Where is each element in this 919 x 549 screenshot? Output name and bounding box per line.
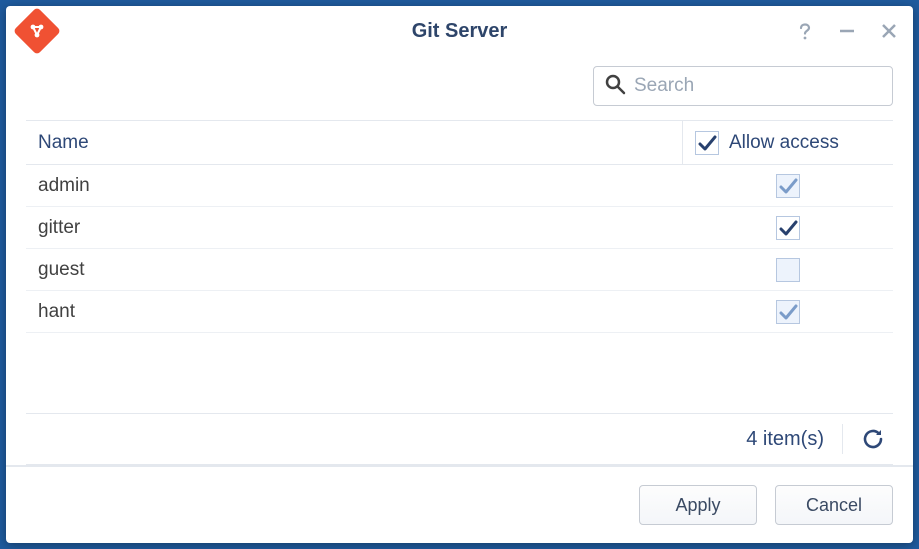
minimize-button[interactable]: [837, 21, 857, 41]
close-button[interactable]: [879, 21, 899, 41]
window-title: Git Server: [6, 20, 913, 43]
table-footer: 4 item(s): [26, 413, 893, 465]
apply-button[interactable]: Apply: [639, 485, 757, 525]
footer-divider: [842, 424, 843, 454]
users-table: Name Allow access admin gitter guest hant: [26, 120, 893, 413]
cancel-button[interactable]: Cancel: [775, 485, 893, 525]
cell-allow: [683, 216, 893, 240]
search-icon: [604, 73, 626, 100]
allow-checkbox[interactable]: [776, 258, 800, 282]
table-row[interactable]: hant: [26, 291, 893, 333]
git-icon: [13, 7, 61, 55]
item-count: 4 item(s): [746, 428, 824, 451]
action-bar: Apply Cancel: [6, 465, 913, 543]
search-row: [26, 56, 893, 120]
cell-allow: [683, 174, 893, 198]
search-input[interactable]: [634, 75, 882, 97]
git-server-window: Git Server Name: [6, 6, 913, 543]
cell-name: gitter: [26, 217, 683, 239]
help-button[interactable]: [795, 21, 815, 41]
cell-name: admin: [26, 175, 683, 197]
allow-checkbox[interactable]: [776, 216, 800, 240]
header-allow-checkbox[interactable]: [695, 131, 719, 155]
cell-name: hant: [26, 301, 683, 323]
refresh-button[interactable]: [861, 427, 885, 451]
table-header: Name Allow access: [26, 121, 893, 165]
cell-allow: [683, 300, 893, 324]
titlebar: Git Server: [6, 6, 913, 56]
cell-name: guest: [26, 259, 683, 281]
column-header-name[interactable]: Name: [26, 121, 683, 164]
table-row[interactable]: admin: [26, 165, 893, 207]
table-row[interactable]: gitter: [26, 207, 893, 249]
allow-checkbox[interactable]: [776, 174, 800, 198]
search-box[interactable]: [593, 66, 893, 106]
column-header-allow-label: Allow access: [729, 132, 839, 154]
window-controls: [795, 21, 899, 41]
content-area: Name Allow access admin gitter guest hant 4…: [6, 56, 913, 465]
column-header-allow[interactable]: Allow access: [683, 121, 893, 164]
cell-allow: [683, 258, 893, 282]
allow-checkbox[interactable]: [776, 300, 800, 324]
table-body: admin gitter guest hant: [26, 165, 893, 333]
table-row[interactable]: guest: [26, 249, 893, 291]
